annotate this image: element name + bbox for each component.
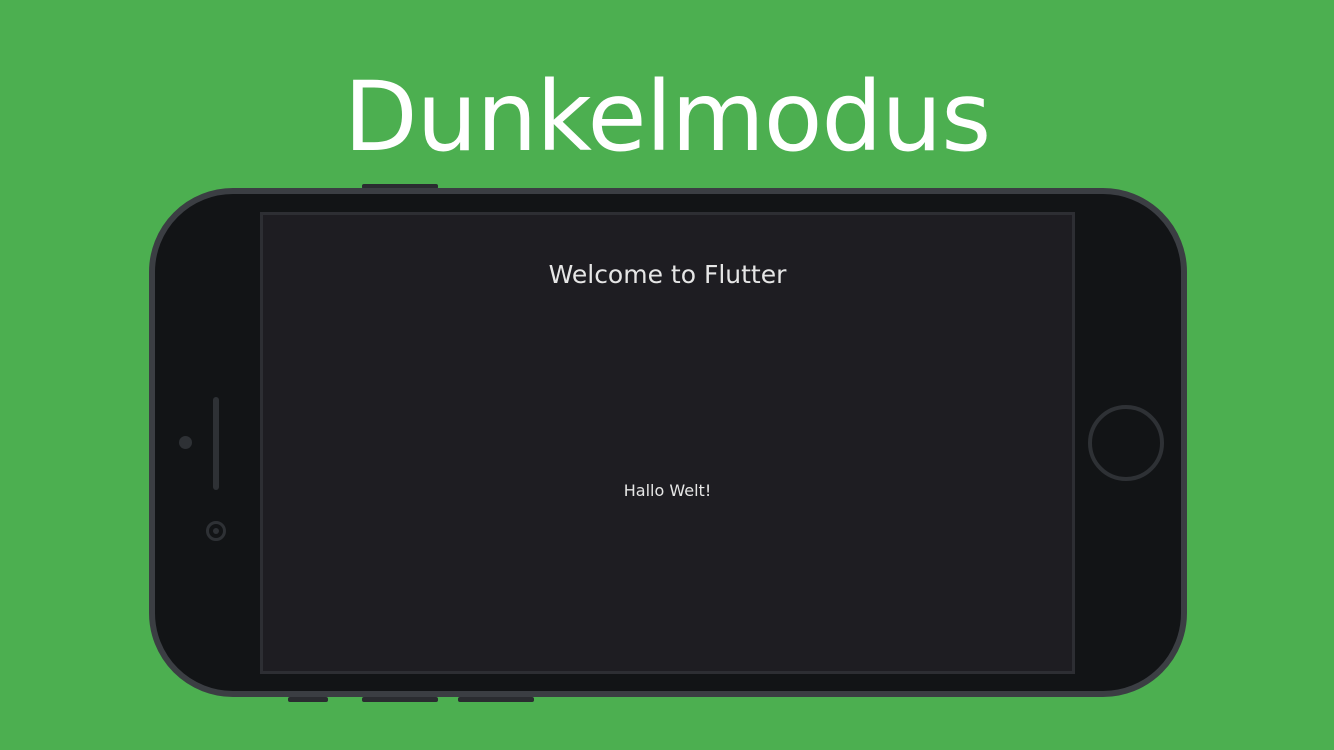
phone-volume-up-button (362, 697, 438, 702)
phone-sensor (179, 436, 192, 449)
phone-mute-switch (288, 697, 328, 702)
home-button[interactable] (1088, 405, 1164, 481)
phone-volume-down-button (458, 697, 534, 702)
phone-speaker (213, 397, 219, 490)
app-bar-title: Welcome to Flutter (548, 260, 787, 289)
hello-text: Hallo Welt! (623, 481, 712, 500)
phone-screen: Welcome to Flutter Hallo Welt! (260, 212, 1075, 674)
front-camera-icon (206, 521, 226, 541)
page-headline: Dunkelmodus (343, 61, 992, 173)
